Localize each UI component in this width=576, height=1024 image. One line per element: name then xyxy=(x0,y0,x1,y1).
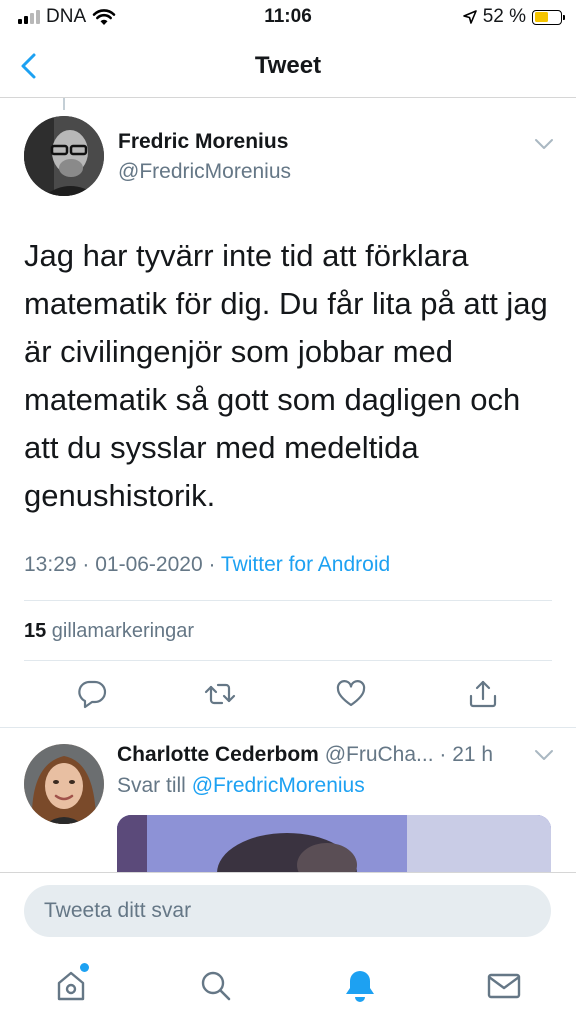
share-icon[interactable] xyxy=(467,678,499,710)
reply-to-label: Svar till xyxy=(117,774,192,797)
location-arrow-icon xyxy=(462,10,477,24)
divider xyxy=(0,727,576,728)
navigation-header: Tweet xyxy=(0,34,576,98)
status-right: 52 % xyxy=(462,6,565,28)
battery-percent: 52 % xyxy=(482,6,526,27)
home-notification-dot xyxy=(80,963,89,972)
page-title: Tweet xyxy=(254,52,322,79)
avatar-photo xyxy=(24,744,104,824)
retweet-icon[interactable] xyxy=(204,678,236,710)
tweet-timestamp: 13:29 · 01-06-2020 · xyxy=(24,553,221,576)
home-icon[interactable] xyxy=(53,968,89,1004)
reply-author-avatar[interactable] xyxy=(24,744,104,824)
messages-icon[interactable] xyxy=(486,968,522,1004)
battery-icon xyxy=(532,9,565,25)
reply-author-name[interactable]: Charlotte Cederbom xyxy=(117,743,319,766)
divider xyxy=(24,600,552,601)
reply-compose-input[interactable]: Tweeta ditt svar xyxy=(24,885,551,937)
author-name[interactable]: Fredric Morenius xyxy=(118,130,288,154)
compose-bar: Tweeta ditt svar xyxy=(0,872,576,954)
reply-icon[interactable] xyxy=(76,678,108,710)
reply-author-meta: @FruCha... · 21 h xyxy=(318,743,494,766)
reply-media-image[interactable] xyxy=(117,815,551,873)
reply-to-handle-link[interactable]: @FredricMorenius xyxy=(192,774,365,797)
tab-bar xyxy=(0,954,576,1024)
notifications-icon[interactable] xyxy=(342,968,378,1004)
tweet-text: Jag har tyvärr inte tid att förklara mat… xyxy=(24,238,548,513)
media-photo xyxy=(117,815,551,873)
author-avatar[interactable] xyxy=(24,116,104,196)
tweet-source-link[interactable]: Twitter for Android xyxy=(221,553,390,576)
reply-header[interactable]: Charlotte Cederbom @FruCha... · 21 h xyxy=(117,743,493,767)
tweet-meta: 13:29 · 01-06-2020 · Twitter for Android xyxy=(24,553,390,577)
like-icon[interactable] xyxy=(335,678,367,710)
thread-connector xyxy=(63,98,65,110)
like-count-row[interactable]: 15 gillamarkeringar xyxy=(24,620,194,643)
reply-options-chevron-icon[interactable] xyxy=(534,749,554,761)
like-count-label: gillamarkeringar xyxy=(46,620,195,642)
avatar-photo xyxy=(24,116,104,196)
search-icon[interactable] xyxy=(198,968,234,1004)
divider xyxy=(24,660,552,661)
tweet-options-chevron-icon[interactable] xyxy=(534,138,554,150)
like-count: 15 xyxy=(24,620,47,642)
author-handle[interactable]: @FredricMorenius xyxy=(118,160,291,184)
status-bar: DNA 11:06 52 % xyxy=(0,0,576,34)
reply-to-line: Svar till @FredricMorenius xyxy=(117,774,365,798)
